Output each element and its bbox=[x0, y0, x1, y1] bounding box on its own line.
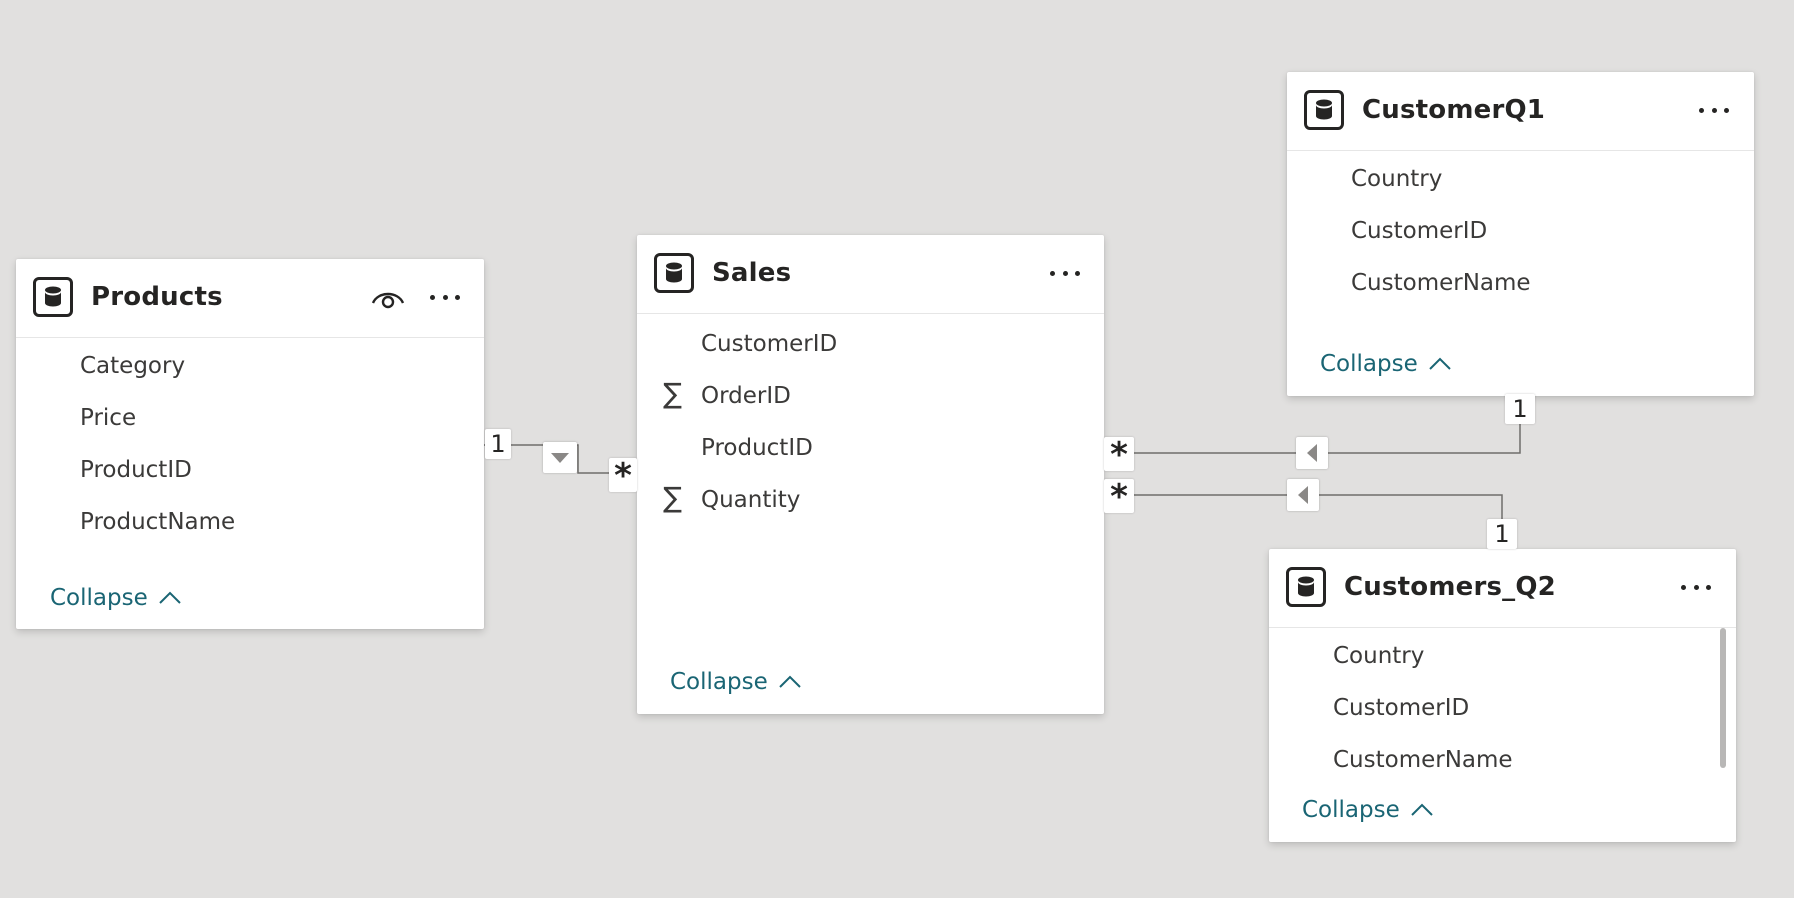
collapse-link[interactable]: Collapse bbox=[50, 585, 182, 611]
collapse-link[interactable]: Collapse bbox=[670, 669, 802, 695]
more-options-icon[interactable] bbox=[1699, 100, 1729, 120]
database-icon bbox=[1286, 567, 1326, 607]
more-options-icon[interactable] bbox=[430, 287, 460, 307]
field-productname[interactable]: ProductName bbox=[80, 509, 235, 535]
table-header[interactable]: Products bbox=[16, 259, 484, 338]
field-price[interactable]: Price bbox=[80, 405, 136, 431]
triangle-left-icon bbox=[1298, 486, 1308, 504]
collapse-label: Collapse bbox=[1320, 351, 1418, 377]
field-customerid[interactable]: CustomerID bbox=[1351, 218, 1487, 244]
more-options-icon[interactable] bbox=[1681, 577, 1711, 597]
chevron-up-icon bbox=[1429, 357, 1451, 370]
field-customername[interactable]: CustomerName bbox=[1333, 747, 1513, 773]
cardinality-one-label: 1 bbox=[1487, 519, 1517, 549]
cross-filter-direction-icon[interactable] bbox=[543, 442, 577, 473]
table-card-customers-q2[interactable]: Customers_Q2 Country CustomerID Customer… bbox=[1269, 549, 1736, 842]
sigma-icon: ∑ bbox=[663, 377, 682, 410]
database-icon bbox=[654, 253, 694, 293]
table-title: CustomerQ1 bbox=[1362, 95, 1546, 125]
cardinality-many-label: * bbox=[609, 458, 637, 494]
collapse-label: Collapse bbox=[50, 585, 148, 611]
table-title: Products bbox=[91, 282, 223, 312]
field-productid[interactable]: ProductID bbox=[80, 457, 192, 483]
field-quantity[interactable]: Quantity bbox=[701, 487, 800, 513]
collapse-label: Collapse bbox=[1302, 797, 1400, 823]
cardinality-many-label: * bbox=[1104, 437, 1134, 473]
chevron-up-icon bbox=[779, 675, 801, 688]
triangle-left-icon bbox=[1307, 444, 1317, 462]
table-header[interactable]: Sales bbox=[637, 235, 1104, 314]
table-card-customerq1[interactable]: CustomerQ1 Country CustomerID CustomerNa… bbox=[1287, 72, 1754, 396]
collapse-label: Collapse bbox=[670, 669, 768, 695]
scrollbar[interactable] bbox=[1720, 628, 1726, 768]
cross-filter-direction-icon[interactable] bbox=[1287, 479, 1319, 511]
database-icon bbox=[33, 277, 73, 317]
cardinality-one-label: 1 bbox=[485, 429, 511, 459]
table-card-sales[interactable]: Sales CustomerID ∑ OrderID ProductID ∑ Q… bbox=[637, 235, 1104, 714]
collapse-link[interactable]: Collapse bbox=[1302, 797, 1434, 823]
sigma-icon: ∑ bbox=[663, 481, 682, 514]
cross-filter-direction-icon[interactable] bbox=[1296, 437, 1328, 469]
chevron-up-icon bbox=[159, 591, 181, 604]
field-orderid[interactable]: OrderID bbox=[701, 383, 791, 409]
collapse-link[interactable]: Collapse bbox=[1320, 351, 1452, 377]
table-title: Customers_Q2 bbox=[1344, 572, 1556, 602]
chevron-up-icon bbox=[1411, 803, 1433, 816]
field-customername[interactable]: CustomerName bbox=[1351, 270, 1531, 296]
table-card-products[interactable]: Products Category Price ProductID Produc… bbox=[16, 259, 484, 629]
triangle-down-icon bbox=[551, 452, 569, 463]
field-country[interactable]: Country bbox=[1333, 643, 1424, 669]
more-options-icon[interactable] bbox=[1050, 263, 1080, 283]
table-header[interactable]: CustomerQ1 bbox=[1287, 72, 1754, 151]
table-header[interactable]: Customers_Q2 bbox=[1269, 549, 1736, 628]
eye-icon[interactable] bbox=[370, 283, 406, 311]
field-country[interactable]: Country bbox=[1351, 166, 1442, 192]
table-title: Sales bbox=[712, 258, 792, 288]
field-productid[interactable]: ProductID bbox=[701, 435, 813, 461]
field-customerid[interactable]: CustomerID bbox=[701, 331, 837, 357]
cardinality-one-label: 1 bbox=[1505, 394, 1535, 424]
field-customerid[interactable]: CustomerID bbox=[1333, 695, 1469, 721]
cardinality-many-label: * bbox=[1104, 479, 1134, 515]
field-category[interactable]: Category bbox=[80, 353, 185, 379]
database-icon bbox=[1304, 90, 1344, 130]
